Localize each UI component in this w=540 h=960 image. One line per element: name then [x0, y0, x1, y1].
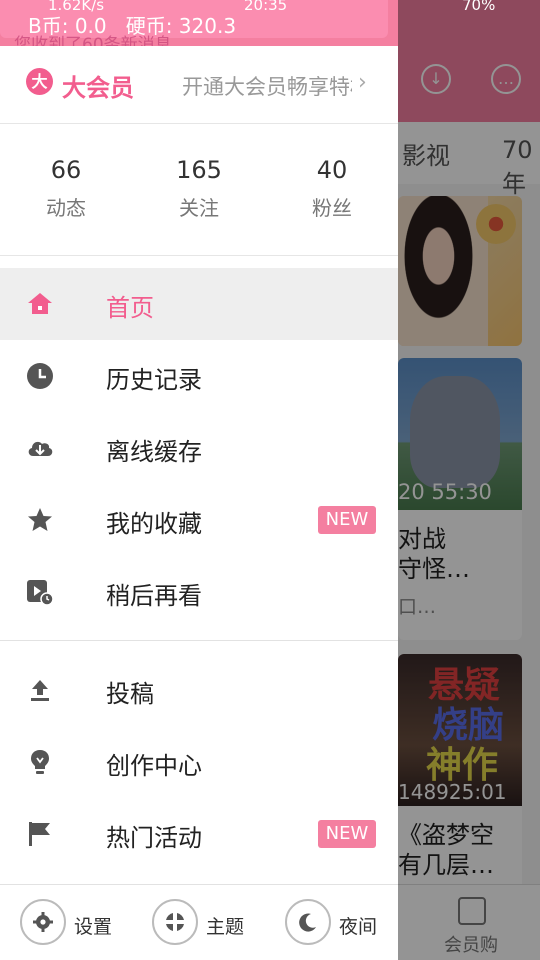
menu-item-offline-cache[interactable]: 离线缓存	[0, 412, 398, 484]
settings-label: 设置	[74, 916, 113, 938]
theme-label: 主题	[206, 916, 245, 938]
menu-item-label: 热门活动	[106, 824, 202, 852]
menu-item-label: 稍后再看	[106, 582, 202, 610]
stat-following[interactable]: 165 关注	[139, 156, 259, 221]
vip-banner[interactable]: 大 大会员 开通大会员畅享特权 ›	[0, 46, 398, 124]
flag-icon	[29, 822, 50, 846]
network-speed: 1.62K/s	[48, 0, 105, 14]
home-icon	[28, 293, 52, 314]
user-stats: 66 动态 165 关注 40 粉丝	[0, 124, 398, 256]
menu-item-upload[interactable]: 投稿	[0, 654, 398, 726]
status-bar: 1.62K/s 20:35 70%	[0, 0, 540, 14]
gear-icon	[33, 912, 53, 932]
stat-followers[interactable]: 40 粉丝	[272, 156, 392, 221]
stat-value: 165	[176, 156, 222, 184]
menu-item-label: 历史记录	[106, 366, 202, 394]
night-mode-label: 夜间	[339, 916, 378, 938]
stat-dynamics[interactable]: 66 动态	[6, 156, 126, 221]
cloud-download-icon	[28, 441, 53, 456]
menu-item-label: 创作中心	[106, 752, 202, 780]
stat-label: 关注	[179, 196, 219, 220]
menu-item-watch-later[interactable]: 稍后再看	[0, 556, 398, 628]
menu-divider	[0, 640, 398, 641]
clock-icon	[27, 363, 53, 389]
vip-promo-text: 开通大会员畅享特权	[182, 75, 352, 99]
menu-item-favorites[interactable]: 我的收藏 NEW	[0, 484, 398, 556]
stat-label: 粉丝	[312, 196, 352, 220]
menu-item-label: 我的收藏	[106, 510, 202, 538]
menu-item-label: 首页	[106, 294, 154, 322]
stat-label: 动态	[46, 196, 86, 220]
vip-title: 大会员	[62, 74, 134, 102]
menu-item-home[interactable]: 首页	[0, 268, 398, 340]
clock-time: 20:35	[244, 0, 288, 14]
vip-badge-icon: 大	[26, 68, 53, 95]
battery-level: 70%	[462, 0, 496, 14]
notice-text: 您收到了60条新消息	[14, 35, 172, 46]
theme-icon	[166, 913, 184, 931]
moon-icon	[299, 913, 316, 932]
menu-item-creator-center[interactable]: 创作中心	[0, 726, 398, 798]
menu-item-hot-events[interactable]: 热门活动 NEW	[0, 798, 398, 870]
menu-item-history[interactable]: 历史记录	[0, 340, 398, 412]
drawer-bottom-bar: 设置 主题 夜间	[0, 884, 398, 960]
new-badge: NEW	[318, 820, 376, 848]
stat-value: 40	[316, 156, 348, 184]
watch-later-icon	[27, 580, 54, 606]
navigation-drawer: B币: 0.0 硬币: 320.3 您收到了60条新消息 大 大会员 开通大会员…	[0, 0, 398, 960]
lightbulb-icon	[31, 750, 49, 774]
stat-value: 66	[50, 156, 82, 184]
star-icon	[28, 508, 52, 531]
new-badge: NEW	[318, 506, 376, 534]
menu-item-label: 投稿	[106, 680, 154, 708]
menu-item-label: 离线缓存	[106, 438, 202, 466]
chevron-right-icon: ›	[358, 70, 367, 95]
upload-icon	[31, 680, 49, 701]
